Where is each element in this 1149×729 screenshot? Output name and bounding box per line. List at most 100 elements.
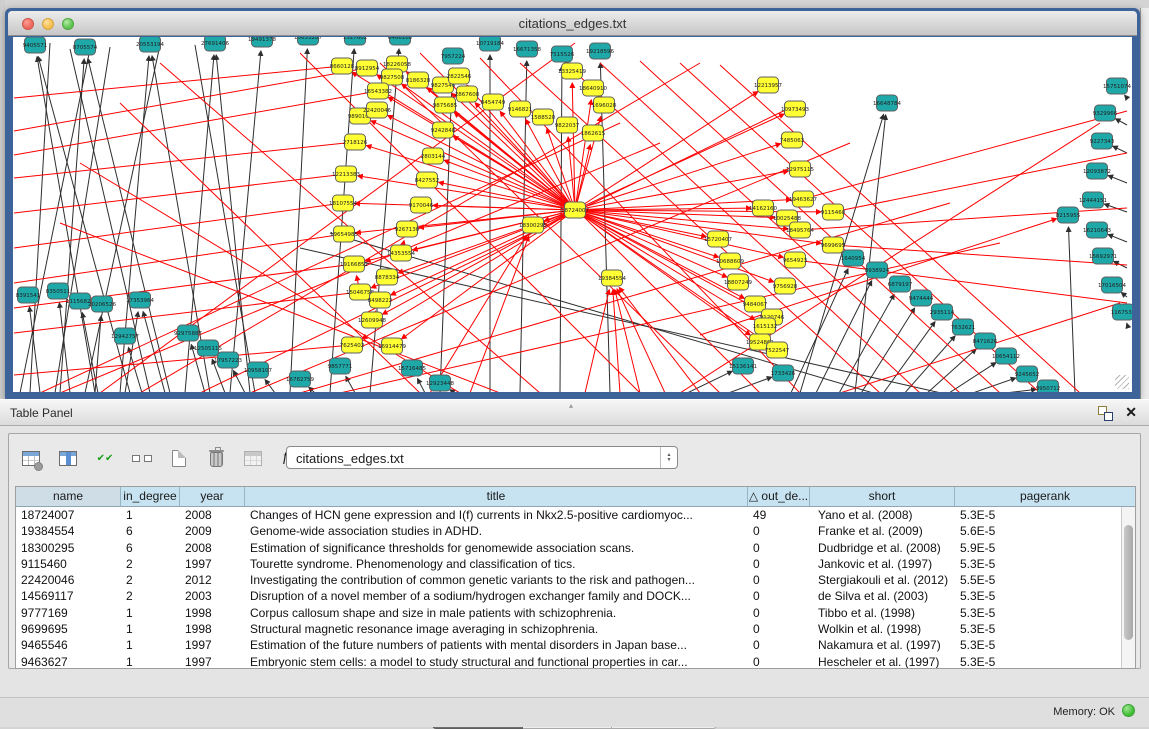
network-node[interactable]: 17016504 [1098,277,1126,293]
network-node[interactable]: 12213383 [332,166,360,182]
stacked-rows-icon[interactable] [130,446,154,470]
network-node[interactable]: 14353554 [387,245,415,261]
resize-grip-icon[interactable] [1115,375,1129,389]
network-node[interactable]: 8215955 [1056,207,1081,223]
close-panel-icon[interactable]: ✕ [1125,404,1137,421]
network-node[interactable]: 18107554 [329,195,357,211]
table-row[interactable]: 911546021997Tourette syndrome. Phenomeno… [16,556,1135,572]
network-node[interactable]: 7515526 [550,46,575,62]
network-node[interactable]: 9857771 [328,358,353,374]
column-header-name[interactable]: name [16,487,121,506]
network-node[interactable]: 8938924 [865,262,890,278]
column-select-icon[interactable] [56,446,80,470]
network-node[interactable]: 10973493 [781,101,809,117]
network-canvas[interactable]: 1872400718300295193845548660128891295418… [13,37,1132,392]
network-node[interactable]: 1640954 [841,250,866,266]
network-node[interactable]: 18807249 [724,274,752,290]
vertical-scrollbar[interactable] [1121,507,1135,668]
network-node[interactable]: 16210643 [1083,222,1111,238]
network-node[interactable]: 9329966 [1093,105,1118,121]
network-node[interactable]: 9654923 [783,252,808,268]
network-node[interactable]: 9146821 [508,101,533,117]
network-node[interactable]: 9950712 [1036,380,1061,392]
network-node[interactable]: 16782759 [286,371,314,387]
network-node[interactable]: 12942757 [111,328,139,344]
scrollbar-thumb[interactable] [1124,525,1133,640]
network-node[interactable]: 9822037 [555,117,580,133]
network-node[interactable]: 19491378 [248,37,276,47]
network-node[interactable]: 9875685 [433,97,458,113]
network-node[interactable]: 2867608 [455,86,480,102]
new-document-icon[interactable] [167,446,191,470]
network-node[interactable]: 12093872 [1083,163,1111,179]
network-node[interactable]: 17957223 [214,352,242,368]
network-node[interactable]: 1696028 [592,97,617,113]
network-node[interactable]: 7625402 [340,337,365,353]
network-node[interactable]: 6466160 [388,37,413,45]
network-node[interactable]: 18300295 [519,217,547,233]
table-row[interactable]: 969969511998Structural magnetic resonanc… [16,621,1135,637]
network-node[interactable]: 9227343 [1090,133,1115,149]
row-check-icon[interactable]: ✔✔ [93,446,117,470]
network-node[interactable]: 2822546 [447,68,472,84]
network-node[interactable]: 19463627 [789,191,817,207]
delete-trash-icon[interactable] [204,446,228,470]
network-node[interactable]: 8471626 [973,333,998,349]
network-node[interactable]: 14162160 [749,200,777,216]
network-node[interactable]: 92975887 [174,325,202,341]
table-row[interactable]: 1830029562008Estimation of significance … [16,540,1135,556]
column-header-out_de[interactable]: △ out_de... [748,487,810,506]
network-node[interactable]: 2935114 [930,304,955,320]
network-node[interactable]: 8705574 [73,39,98,55]
network-node[interactable]: 19384554 [598,270,626,286]
network-node[interactable]: 10958107 [244,362,272,378]
float-panel-icon[interactable] [1098,406,1113,421]
table-row[interactable]: 1938455462009Genome-wide association stu… [16,523,1135,539]
network-node[interactable]: 1862615 [581,125,606,141]
network-node[interactable]: 9267130 [395,221,420,237]
network-node[interactable]: 12975115 [786,161,814,177]
network-node[interactable]: 16543382 [364,83,392,99]
network-node[interactable]: 18495764 [786,222,814,238]
network-node[interactable]: 9756928 [773,278,798,294]
table-row[interactable]: 977716911998Corpus callosum shape and si… [16,605,1135,621]
network-node[interactable]: 9245652 [1015,366,1040,382]
network-node[interactable]: 15692971 [1089,248,1117,264]
network-node[interactable]: 27691406 [201,37,229,51]
network-node[interactable]: 1527602 [343,37,368,45]
table-row[interactable]: 946362711997Embryonic stem cells: a mode… [16,654,1135,669]
network-node[interactable]: 9170046 [409,197,434,213]
window-titlebar[interactable]: citations_edges.txt [8,11,1137,36]
network-node[interactable]: 12923448 [426,375,454,391]
network-node[interactable]: 9115460 [821,204,846,220]
network-node[interactable]: 10654112 [992,348,1020,364]
network-node[interactable]: 15751074 [1103,78,1131,94]
table-settings-icon[interactable] [19,446,43,470]
network-node[interactable]: 7632621 [951,319,976,335]
network-node[interactable]: 2803144 [421,148,446,164]
network-node[interactable]: 15720407 [704,231,732,247]
network-node[interactable]: 8391541 [16,287,41,303]
network-node[interactable]: 8186328 [406,72,431,88]
network-node[interactable]: 8454749 [481,94,506,110]
network-node[interactable]: 10719184 [476,37,504,51]
network-node[interactable]: 2718126 [343,134,368,150]
network-node[interactable]: 16648784 [873,95,901,111]
network-node[interactable]: 19654985 [330,226,358,242]
column-header-year[interactable]: year [180,487,245,506]
network-node[interactable]: 7485063 [780,132,805,148]
network-node[interactable]: 13325419 [558,63,586,79]
column-header-short[interactable]: short [810,487,955,506]
table-row[interactable]: 1872400712008Changes of HCN gene express… [16,507,1135,523]
table-row[interactable]: 946554611997Estimation of the future num… [16,637,1135,653]
network-node[interactable]: 20553194 [136,37,164,52]
network-node[interactable]: 1733426 [771,365,796,381]
network-node[interactable]: 18724007 [561,202,589,218]
network-node[interactable]: 8350511 [46,283,71,299]
network-node[interactable]: 15716485 [398,360,426,376]
network-node[interactable]: 7957224 [441,48,466,64]
splitter-handle-icon[interactable]: ▴ [569,401,573,410]
network-node[interactable]: 1167534 [1111,304,1132,320]
network-node[interactable]: 6879197 [888,276,913,292]
network-node[interactable]: 9242848 [431,122,456,138]
